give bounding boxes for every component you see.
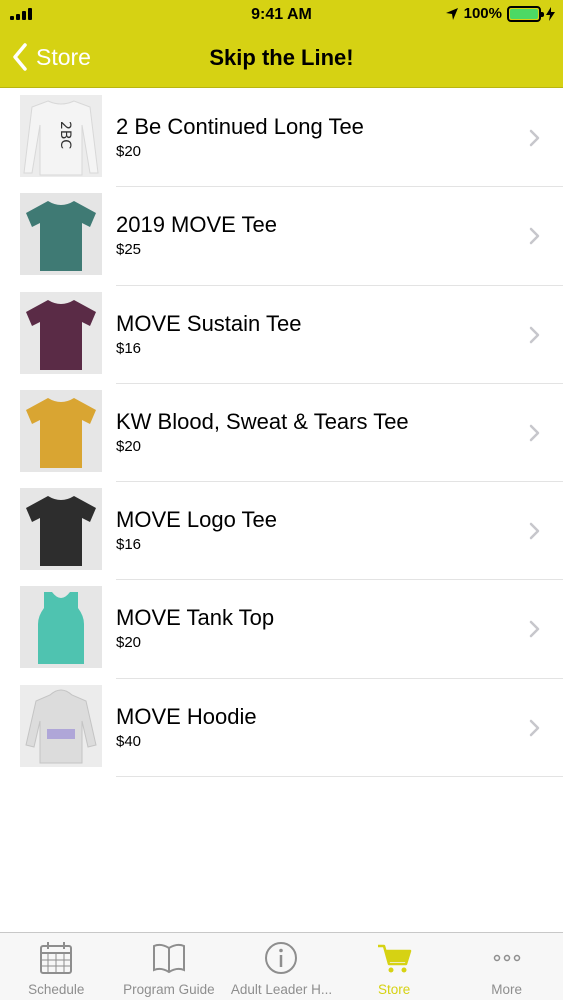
product-thumbnail	[20, 684, 102, 767]
product-name: MOVE Hoodie	[116, 703, 257, 729]
calendar-icon	[40, 942, 73, 974]
tab-label: Adult Leader H...	[230, 982, 333, 997]
product-row[interactable]: MOVE Tank Top $20	[0, 580, 563, 679]
tab-label: Store	[377, 982, 411, 997]
product-name: 2 Be Continued Long Tee	[116, 114, 364, 139]
header: 9:41 AM 100% Store Skip the Line!	[0, 0, 563, 88]
row-divider	[116, 776, 563, 778]
product-name: 2019 MOVE Tee	[116, 212, 278, 238]
tab-label: More	[491, 982, 523, 997]
tab-book[interactable]: Program Guide	[113, 933, 226, 1000]
tab-info[interactable]: Adult Leader H...	[225, 933, 338, 1000]
tab-label: Schedule	[28, 982, 85, 997]
tab-label: Program Guide	[123, 982, 215, 997]
product-row[interactable]: MOVE Logo Tee $16	[0, 482, 563, 581]
product-price: $20	[116, 143, 142, 160]
chevron-right-icon	[529, 719, 540, 737]
chevron-right-icon	[529, 326, 540, 343]
info-icon	[265, 942, 298, 974]
chevron-right-icon	[529, 129, 540, 147]
status-right: 100%	[445, 5, 555, 22]
product-thumbnail: 2BC	[20, 95, 102, 177]
shirt-image	[26, 299, 96, 370]
tab-calendar[interactable]: Schedule	[0, 933, 113, 1000]
chevron-right-icon	[529, 621, 540, 638]
more-icon	[493, 954, 520, 962]
product-row[interactable]: MOVE Sustain Tee $16	[0, 286, 563, 384]
product-text: MOVE Logo Tee $16	[116, 506, 277, 553]
product-price: $16	[116, 339, 142, 357]
product-name: MOVE Logo Tee	[116, 507, 278, 533]
battery-icon	[507, 5, 544, 22]
shirt-image	[38, 592, 84, 665]
shirt-image: 2BC	[23, 100, 99, 176]
product-name: MOVE Sustain Tee	[116, 310, 302, 336]
tab-cart[interactable]: Store	[338, 933, 451, 1000]
product-list: 2BC 2 Be Continued Long Tee $20 2019 MOV…	[0, 89, 563, 778]
product-text: MOVE Hoodie $40	[116, 703, 257, 750]
product-text: MOVE Sustain Tee $16	[116, 310, 301, 357]
product-name: KW Blood, Sweat & Tears Tee	[116, 408, 409, 434]
page-title: Skip the Line!	[209, 45, 354, 70]
product-thumbnail	[20, 193, 102, 276]
shirt-image	[25, 689, 97, 764]
book-icon	[152, 943, 185, 974]
tab-bar: Schedule Program Guide Adult Leader H... St…	[0, 932, 563, 1000]
product-price: $20	[116, 634, 142, 652]
chevron-right-icon	[529, 424, 540, 442]
product-name: MOVE Tank Top	[116, 605, 275, 631]
shirt-image	[26, 496, 96, 567]
product-row[interactable]: KW Blood, Sweat & Tears Tee $20	[0, 384, 563, 483]
product-thumbnail	[20, 488, 102, 571]
product-row[interactable]: MOVE Hoodie $40	[0, 679, 563, 778]
chevron-right-icon	[529, 522, 540, 540]
product-price: $16	[116, 536, 142, 554]
product-thumbnail	[20, 586, 102, 669]
product-price: $25	[116, 241, 142, 259]
shirt-image	[26, 397, 96, 468]
product-row[interactable]: 2BC 2 Be Continued Long Tee $20	[0, 89, 563, 188]
chevron-right-icon	[529, 228, 540, 245]
product-text: KW Blood, Sweat & Tears Tee $20	[116, 408, 409, 455]
product-text: 2 Be Continued Long Tee $20	[116, 113, 364, 160]
tab-more[interactable]: More	[450, 933, 563, 1000]
product-price: $20	[116, 437, 142, 455]
svg-text:2BC: 2BC	[57, 121, 73, 149]
shirt-image	[26, 201, 96, 272]
product-text: 2019 MOVE Tee $25	[116, 211, 277, 258]
nav-bar: Store Skip the Line!	[0, 30, 563, 88]
charging-icon	[546, 6, 555, 21]
product-thumbnail	[20, 389, 102, 472]
location-arrow-icon	[445, 7, 458, 20]
product-text: MOVE Tank Top $20	[116, 604, 274, 651]
product-price: $40	[116, 732, 142, 750]
product-thumbnail	[20, 291, 102, 374]
status-bar: 9:41 AM 100%	[0, 0, 563, 30]
cart-icon	[378, 944, 412, 973]
battery-percent: 100%	[463, 5, 502, 22]
product-row[interactable]: 2019 MOVE Tee $25	[0, 187, 563, 286]
